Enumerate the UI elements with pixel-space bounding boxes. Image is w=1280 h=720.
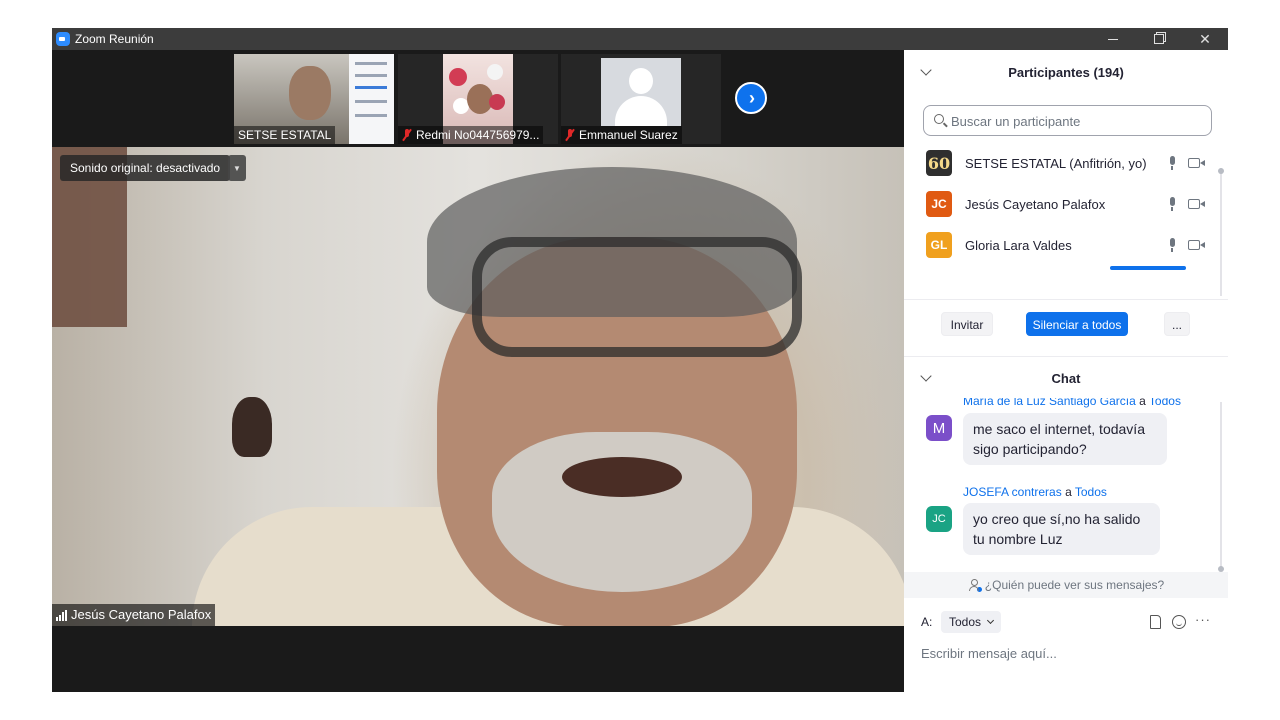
video-thumbnail[interactable]: SETSE ESTATAL [234,54,394,144]
chat-header: Chat [904,356,1228,400]
who-can-see-messages[interactable]: ¿Quién puede ver sus mensajes? [904,572,1228,598]
chat-title: Chat [1051,371,1081,386]
participant-row[interactable]: JC Jesús Cayetano Palafox [904,184,1218,225]
microphone-icon[interactable] [1168,238,1176,252]
video-area: SETSE ESTATAL Redmi No044756979... Emman… [52,50,904,692]
camera-icon[interactable] [1188,158,1205,168]
title-bar: Zoom Reunión [52,28,1228,50]
participants-title: Participantes (194) [1008,65,1124,80]
minimize-button[interactable] [1090,28,1136,50]
signal-strength-icon [56,609,67,621]
message-sender: JOSEFA contreras a Todos [963,485,1107,499]
close-button[interactable] [1182,28,1228,50]
chevron-down-icon [986,616,995,625]
thumbnail-name: Emmanuel Suarez [561,126,682,144]
camera-icon[interactable] [1188,240,1205,250]
original-sound-toggle[interactable]: Sonido original: desactivado [60,155,231,181]
chat-scrollbar[interactable] [1218,402,1224,572]
participant-search[interactable] [923,105,1212,136]
default-avatar [601,58,681,126]
thumbnail-strip: SETSE ESTATAL Redmi No044756979... Emman… [52,50,904,146]
person-icon [968,579,979,591]
cut-off-button [1110,266,1186,270]
video-thumbnail[interactable]: Emmanuel Suarez [561,54,721,144]
speaker-name-label: Jesús Cayetano Palafox [52,604,216,626]
participant-row-partial [904,266,1218,273]
microphone-icon[interactable] [1168,197,1176,211]
more-options-icon[interactable]: ··· [1195,612,1211,627]
active-speaker-video [52,147,904,626]
avatar: M [926,415,952,441]
participant-row[interactable]: 60 SETSE ESTATAL (Anfitrión, yo) [904,143,1218,184]
thumbnail-name: SETSE ESTATAL [234,126,336,144]
participant-row[interactable]: GL Gloria Lara Valdes [904,225,1218,266]
recipient-dropdown[interactable]: Todos [941,611,1001,633]
document-preview [349,54,394,144]
emoji-icon[interactable] [1172,615,1186,629]
avatar: GL [926,232,952,258]
message-bubble: yo creo que sí,no ha salido tu nombre Lu… [963,503,1160,555]
chevron-down-icon[interactable]: ▼ [228,155,246,181]
avatar: JC [926,506,952,532]
restore-button[interactable] [1136,28,1182,50]
more-options-button[interactable]: ... [1164,312,1190,336]
participant-name: Jesús Cayetano Palafox [965,197,1106,212]
avatar: 60 [926,150,952,176]
muted-mic-icon [565,129,575,141]
mute-all-button[interactable]: Silenciar a todos [1026,312,1128,336]
chat-message-input[interactable] [921,642,1216,664]
participant-name: Gloria Lara Valdes [965,238,1072,253]
avatar: JC [926,191,952,217]
invite-button[interactable]: Invitar [941,312,993,336]
file-icon[interactable] [1150,615,1161,629]
message-bubble: me saco el internet, todavía sigo partic… [963,413,1167,465]
next-page-button[interactable]: › [735,82,767,114]
participants-header: Participantes (194) [904,50,1228,94]
chevron-right-icon: › [749,88,755,108]
zoom-window: Zoom Reunión SETSE ESTATAL [52,28,1228,692]
message-sender: María de la Luz Santiago García a Todos [963,398,1181,408]
chat-messages: María de la Luz Santiago García a Todos … [904,398,1218,573]
participant-actions: Invitar Silenciar a todos ... [904,312,1228,348]
participant-scrollbar[interactable] [1218,168,1224,296]
divider [904,299,1228,300]
zoom-logo-icon [56,32,70,46]
side-panel: Participantes (194) 60 SETSE ESTATAL (An… [904,50,1228,692]
to-label: A: [921,615,933,629]
search-input[interactable] [951,112,1201,130]
participant-name: SETSE ESTATAL (Anfitrión, yo) [965,156,1147,171]
microphone-icon[interactable] [1168,156,1176,170]
participant-list: 60 SETSE ESTATAL (Anfitrión, yo) JC Jesú… [904,143,1218,273]
window-title: Zoom Reunión [75,32,154,46]
camera-icon[interactable] [1188,199,1205,209]
thumbnail-name: Redmi No044756979... [398,126,544,144]
search-icon [934,114,944,124]
video-thumbnail[interactable]: Redmi No044756979... [398,54,558,144]
chat-recipient-row: A: Todos ··· [904,608,1228,636]
muted-mic-icon [402,129,412,141]
